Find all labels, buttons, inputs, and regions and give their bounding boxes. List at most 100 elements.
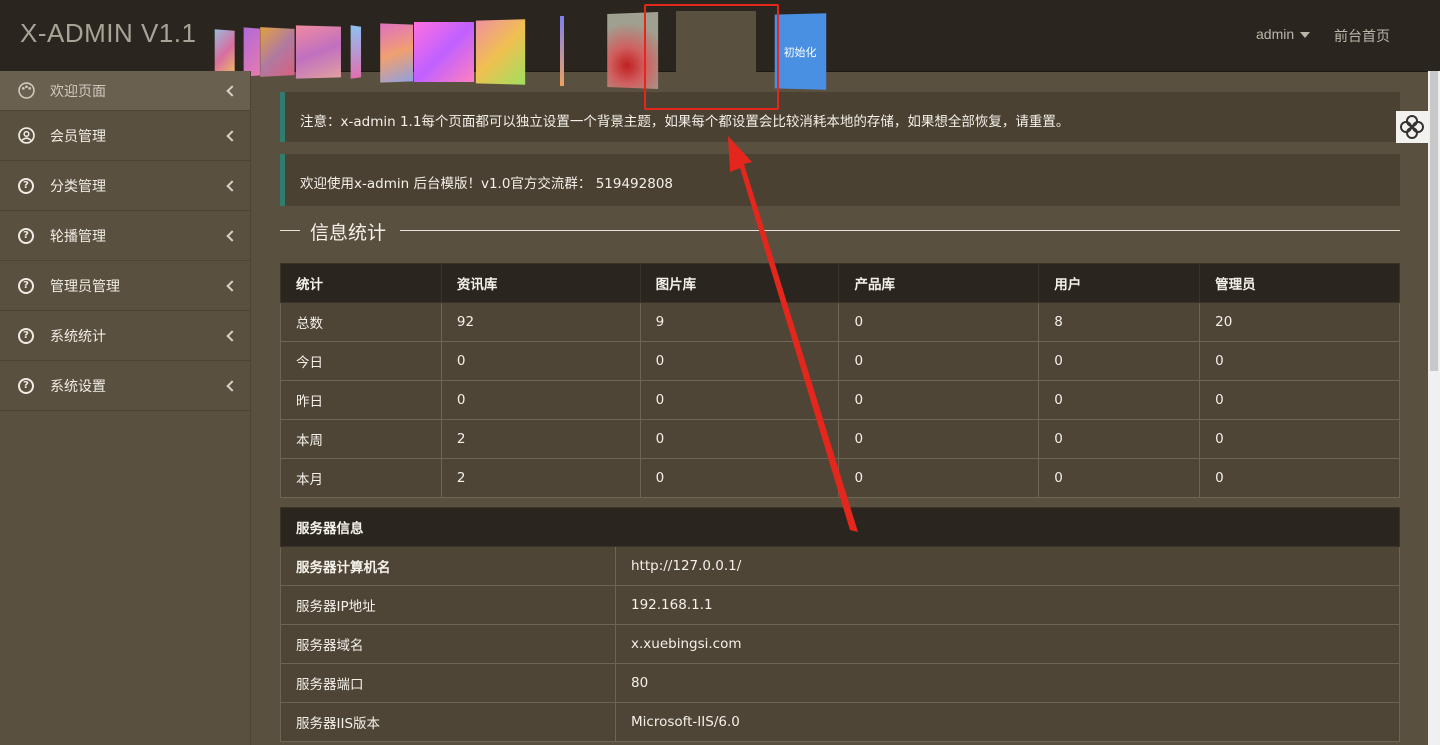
sidebar-item-statistics[interactable]: ? 系统统计: [0, 311, 250, 361]
theme-thumb-4[interactable]: [295, 25, 341, 79]
question-circle-icon: ?: [18, 227, 34, 244]
section-title: 信息统计: [280, 218, 1400, 244]
chevron-left-icon: [226, 229, 238, 242]
question-circle-icon: ?: [18, 327, 34, 344]
column-header: 图片库: [639, 263, 840, 303]
table-cell: 0: [1038, 458, 1201, 498]
sidebar: 欢迎页面 会员管理 ? 分类管理 ? 轮播管理 ? 管理员管理 ? 系统统计 ?…: [0, 71, 251, 745]
table-cell: 20: [1199, 302, 1400, 342]
table-cell: 0: [440, 380, 641, 420]
table-cell: 0: [1199, 341, 1400, 381]
table-cell: 0: [1199, 458, 1400, 498]
table-cell: 昨日: [280, 380, 442, 420]
chevron-left-icon: [226, 329, 238, 342]
theme-thumb-1[interactable]: [214, 29, 235, 77]
table-cell: 0: [1199, 380, 1400, 420]
question-circle-icon: ?: [18, 177, 34, 194]
table-cell: 服务器域名: [280, 624, 616, 664]
table-cell: 0: [639, 458, 840, 498]
table-cell: 服务器IIS版本: [280, 702, 616, 742]
table-cell: 0: [1038, 419, 1201, 459]
top-header: X-ADMIN V1.1 初始化 admin 前台首页: [0, 0, 1440, 110]
sidebar-item-settings[interactable]: ? 系统设置: [0, 361, 250, 411]
sidebar-item-label: 轮播管理: [50, 228, 106, 245]
sidebar-item-admins[interactable]: ? 管理员管理: [0, 261, 250, 311]
table-header-row: 统计 资讯库 图片库 产品库 用户 管理员: [280, 263, 1400, 303]
sidebar-item-label: 分类管理: [50, 178, 106, 195]
table-cell: 0: [639, 380, 840, 420]
sidebar-item-label: 系统统计: [50, 328, 106, 345]
table-cell: 0: [440, 341, 641, 381]
table-row: 服务器IP地址 192.168.1.1: [280, 585, 1400, 625]
column-header: 统计: [280, 263, 442, 303]
section-title-text: 信息统计: [310, 222, 387, 244]
column-header: 产品库: [838, 263, 1040, 303]
sidebar-item-welcome[interactable]: 欢迎页面: [0, 71, 250, 111]
chevron-left-icon: [226, 279, 238, 292]
table-cell: 本周: [280, 419, 442, 459]
column-header: 资讯库: [440, 263, 641, 303]
question-circle-icon: ?: [18, 377, 34, 394]
table-cell: 总数: [280, 302, 442, 342]
table-row: 服务器域名 x.xuebingsi.com: [280, 624, 1400, 664]
table-cell: Microsoft-IIS/6.0: [615, 702, 1400, 742]
chevron-left-icon: [226, 379, 238, 392]
theme-thumb-8[interactable]: [475, 19, 526, 85]
sidebar-item-label: 会员管理: [50, 128, 106, 145]
sidebar-item-categories[interactable]: ? 分类管理: [0, 161, 250, 211]
question-circle-icon: ?: [18, 277, 34, 294]
table-cell: 0: [838, 419, 1040, 459]
table-cell: 服务器计算机名: [280, 546, 616, 586]
table-cell: 今日: [280, 341, 442, 381]
caret-down-icon: [1300, 32, 1311, 39]
chevron-left-icon: [226, 129, 238, 142]
notice-banner: 注意：x-admin 1.1每个页面都可以独立设置一个背景主题，如果每个都设置会…: [280, 92, 1400, 142]
table-row: 服务器端口 80: [280, 663, 1400, 703]
theme-thumb-2[interactable]: [243, 27, 260, 77]
table-cell: 本月: [280, 458, 442, 498]
table-row: 本月 2 0 0 0 0: [280, 458, 1400, 498]
table-cell: 0: [1038, 341, 1201, 381]
table-cell: 服务器端口: [280, 663, 616, 703]
server-info-table: 服务器信息 服务器计算机名 http://127.0.0.1/ 服务器IP地址 19…: [280, 507, 1400, 742]
divider: [280, 230, 300, 231]
theme-reset-button[interactable]: 初始化: [774, 13, 827, 90]
table-cell: 0: [838, 458, 1040, 498]
column-header: 用户: [1038, 263, 1201, 303]
table-cell: 92: [440, 302, 641, 342]
sidebar-item-label: 管理员管理: [50, 278, 120, 295]
column-header: 管理员: [1199, 263, 1400, 303]
table-cell: 192.168.1.1: [615, 585, 1400, 625]
palette-icon: [18, 82, 35, 99]
table-cell: http://127.0.0.1/: [615, 546, 1400, 586]
welcome-banner: 欢迎使用x-admin 后台模版！v1.0官方交流群： 519492808: [280, 154, 1400, 206]
stats-table: 统计 资讯库 图片库 产品库 用户 管理员 总数 92 9 0 8 20 今日 0 0 0 0 0 …: [280, 263, 1400, 498]
chevron-left-icon: [226, 179, 238, 192]
page-scrollbar[interactable]: [1428, 71, 1440, 745]
table-cell: 0: [1199, 419, 1400, 459]
theme-thumb-7[interactable]: [414, 22, 474, 82]
table-row: 总数 92 9 0 8 20: [280, 302, 1400, 342]
table-cell: 0: [1038, 380, 1201, 420]
clover-icon: [1400, 115, 1424, 139]
theme-tool-button[interactable]: [1396, 111, 1428, 143]
server-info-title: 服务器信息: [280, 507, 1400, 547]
table-header-row: 服务器信息: [280, 507, 1400, 547]
home-link[interactable]: 前台首页: [1334, 26, 1390, 46]
user-dropdown[interactable]: admin: [1256, 26, 1311, 42]
divider: [400, 230, 1400, 231]
theme-thumb-5[interactable]: [350, 25, 362, 79]
table-cell: 2: [440, 419, 641, 459]
table-cell: x.xuebingsi.com: [615, 624, 1400, 664]
scrollbar-thumb[interactable]: [1430, 71, 1438, 371]
chevron-left-icon: [226, 84, 238, 97]
sidebar-item-carousel[interactable]: ? 轮播管理: [0, 211, 250, 261]
theme-thumb-6[interactable]: [380, 23, 414, 83]
table-row: 服务器IIS版本 Microsoft-IIS/6.0: [280, 702, 1400, 742]
sidebar-item-members[interactable]: 会员管理: [0, 111, 250, 161]
annotation-highlight-box: [644, 4, 779, 110]
theme-thumb-9[interactable]: [560, 16, 564, 86]
theme-thumb-3[interactable]: [260, 27, 295, 77]
table-cell: 0: [838, 302, 1040, 342]
table-cell: 8: [1038, 302, 1201, 342]
